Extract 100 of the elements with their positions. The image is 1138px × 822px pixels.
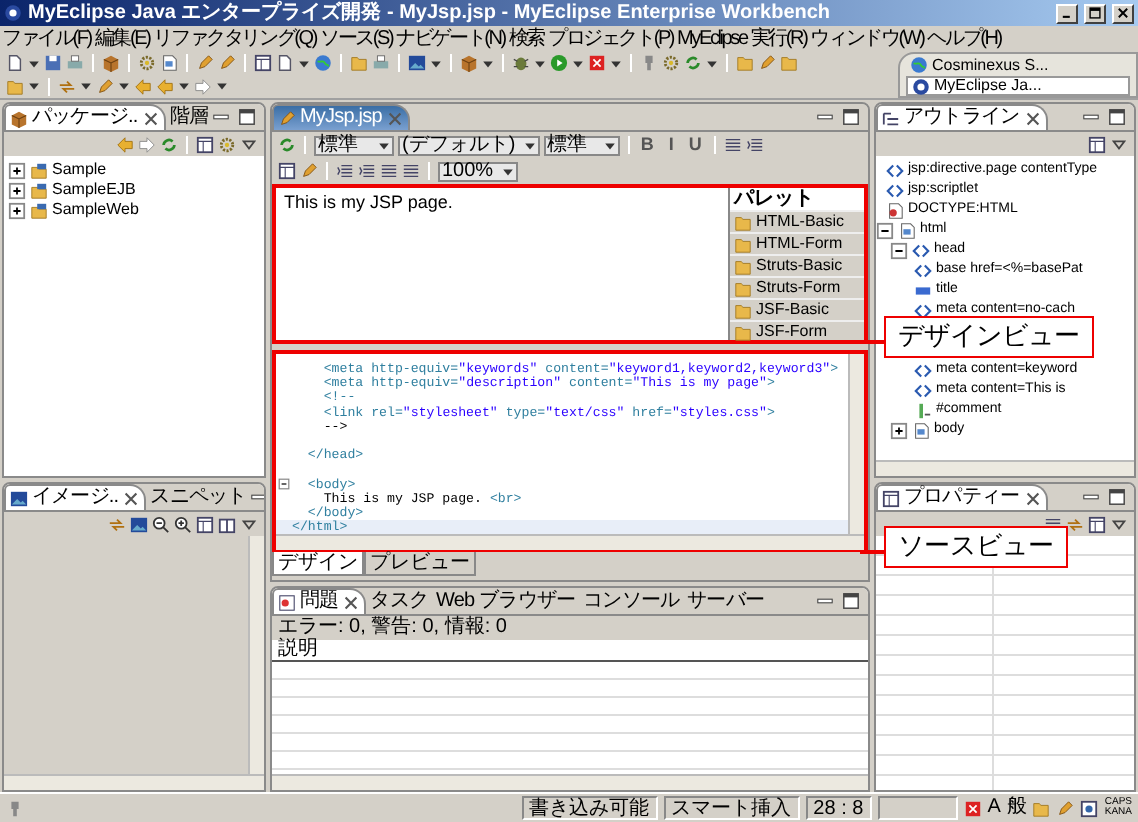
caret-icon[interactable] [706, 57, 718, 70]
list-icon[interactable] [380, 162, 398, 180]
run-icon[interactable] [550, 54, 568, 73]
view-menu-icon[interactable] [240, 135, 258, 153]
palette-drawer[interactable]: Struts-Basic [756, 258, 843, 274]
scrollbar[interactable] [4, 774, 264, 790]
scrollbar[interactable] [248, 536, 264, 774]
expand-icon[interactable] [8, 161, 26, 179]
properties-icon[interactable] [196, 135, 214, 153]
perspective-button[interactable]: MyEclipse Ja... [906, 76, 1130, 96]
indent-icon[interactable] [358, 162, 376, 180]
scrollbar[interactable] [276, 534, 864, 551]
stop-icon[interactable] [588, 54, 606, 73]
tree-item[interactable]: SampleWeb [52, 200, 139, 220]
perspective-icon[interactable] [218, 515, 236, 533]
caret-icon[interactable] [534, 57, 546, 70]
properties-icon[interactable] [1088, 515, 1106, 533]
expand-icon[interactable] [8, 201, 26, 219]
close-icon[interactable] [1023, 489, 1042, 507]
format-button[interactable]: I [661, 136, 682, 154]
view-tab[interactable]: デザイン [272, 552, 364, 576]
view-tab[interactable]: パッケージ.. [4, 104, 166, 130]
caret-icon[interactable] [178, 80, 190, 93]
view-tab[interactable]: プレビュー [364, 552, 476, 576]
caret-icon[interactable] [572, 57, 584, 70]
menu-item[interactable]: 検索 [508, 29, 545, 49]
image-icon[interactable] [408, 54, 426, 73]
dropdown[interactable]: (デフォルト) [398, 135, 540, 155]
page-icon[interactable] [160, 54, 178, 73]
close-icon[interactable] [342, 593, 361, 611]
menu-item[interactable]: ウィンドウ(W) [810, 29, 924, 49]
collapse-icon[interactable] [876, 221, 894, 239]
properties-icon[interactable] [278, 162, 296, 180]
package-icon[interactable] [460, 54, 478, 73]
minimize-button[interactable] [1056, 3, 1078, 23]
maximize-icon[interactable] [842, 592, 860, 610]
zoom-in-icon[interactable] [174, 515, 192, 533]
caret-icon[interactable] [118, 80, 130, 93]
menu-item[interactable]: ナビゲート(N) [396, 29, 505, 49]
properties-icon[interactable] [254, 54, 272, 73]
indent-icon[interactable] [336, 162, 354, 180]
zoom-out-icon[interactable] [152, 515, 170, 533]
perspective-button[interactable]: Cosminexus S... [906, 56, 1130, 74]
scrollbar[interactable] [876, 460, 1134, 476]
palette-drawer[interactable]: JSF-Basic [756, 302, 829, 318]
package-icon[interactable] [102, 54, 120, 73]
close-icon[interactable] [122, 489, 141, 507]
maximize-icon[interactable] [842, 108, 860, 126]
save-icon[interactable] [44, 54, 62, 73]
maximize-button[interactable] [1084, 3, 1106, 23]
refresh-icon[interactable] [160, 135, 178, 153]
view-tab[interactable]: アウトライン [876, 104, 1048, 130]
view-menu-icon[interactable] [1110, 135, 1128, 153]
menu-item[interactable]: ソース(S) [319, 29, 393, 49]
menu-item[interactable]: プロジェクト(P) [548, 29, 674, 49]
view-tab[interactable]: イメージ.. [4, 484, 147, 510]
scrollbar[interactable] [848, 354, 864, 535]
list-icon[interactable] [402, 162, 420, 180]
gear-icon[interactable] [218, 135, 236, 153]
view-tab[interactable]: Web ブラウザー [432, 588, 580, 614]
properties-icon[interactable] [1088, 135, 1106, 153]
caret-icon[interactable] [216, 80, 228, 93]
close-icon[interactable] [141, 109, 160, 127]
palette-drawer[interactable]: HTML-Form [756, 236, 843, 252]
scrollbar[interactable] [272, 774, 868, 790]
view-tab[interactable]: コンソール [579, 588, 684, 614]
caret-icon[interactable] [430, 57, 442, 70]
dropdown[interactable]: 標準 [543, 135, 620, 155]
menu-item[interactable]: リファクタリング(Q) [153, 29, 316, 49]
maximize-icon[interactable] [238, 108, 256, 126]
caret-icon[interactable] [482, 57, 494, 70]
view-tab[interactable]: 問題 [272, 588, 367, 614]
gear-icon[interactable] [138, 54, 156, 73]
editor-tab[interactable]: MyJsp.jsp [272, 104, 410, 130]
list-icon[interactable] [723, 136, 742, 154]
maximize-icon[interactable] [1108, 108, 1126, 126]
dropdown[interactable]: 標準 [314, 135, 394, 155]
view-tab[interactable]: タスク [366, 588, 433, 614]
link-icon[interactable] [108, 515, 126, 533]
view-menu-icon[interactable] [240, 515, 258, 533]
caret-icon[interactable] [610, 57, 622, 70]
image-icon[interactable] [130, 515, 148, 533]
menu-item[interactable]: ファイル(F) [2, 29, 91, 49]
document-icon[interactable] [276, 54, 294, 73]
dropdown[interactable]: 100% [438, 161, 518, 181]
gear-icon[interactable] [662, 54, 680, 73]
view-tab[interactable]: 階層 [165, 104, 212, 130]
forward-arrow-icon[interactable] [138, 135, 156, 153]
menu-item[interactable]: MyEclipse [677, 29, 747, 49]
expand-icon[interactable] [8, 181, 26, 199]
caret-icon[interactable] [80, 80, 92, 93]
close-button[interactable] [1112, 3, 1134, 23]
expand-icon[interactable] [890, 421, 908, 439]
pencil-icon[interactable] [758, 54, 776, 73]
view-tab[interactable]: スニペット [146, 484, 251, 510]
view-tab[interactable]: サーバー [683, 588, 768, 614]
format-button[interactable]: U [685, 136, 706, 154]
refresh-icon[interactable] [278, 136, 296, 154]
palette-drawer[interactable]: HTML-Basic [756, 214, 845, 230]
menu-item[interactable]: 実行(R) [750, 29, 807, 49]
